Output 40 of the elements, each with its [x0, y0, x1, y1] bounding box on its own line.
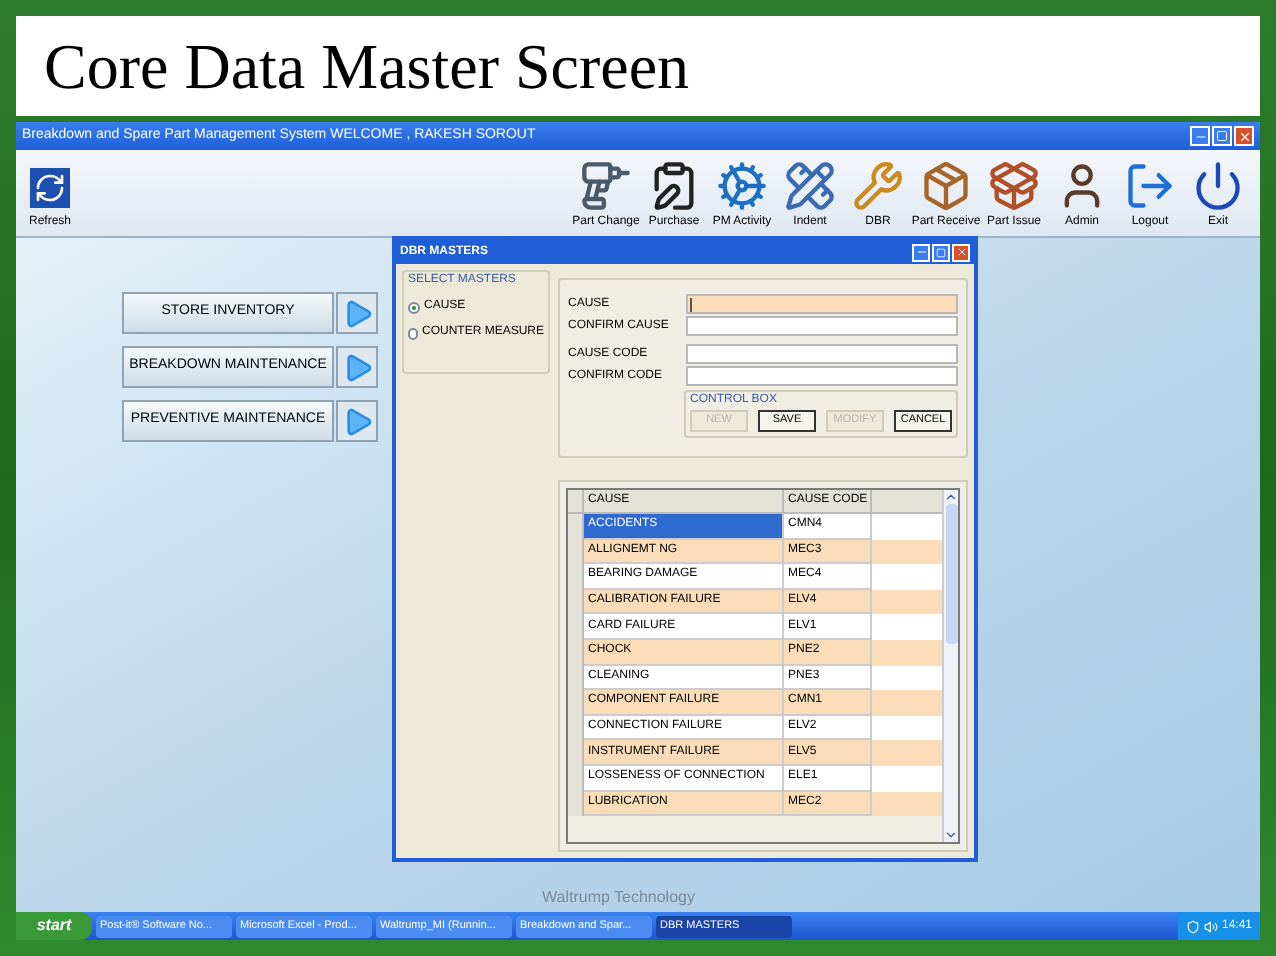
slide-title: Core Data Master Screen [44, 34, 690, 98]
minimize-icon [915, 246, 927, 258]
arrow-button[interactable] [336, 292, 378, 334]
input-field[interactable] [686, 366, 958, 386]
minimize-button[interactable] [1190, 126, 1210, 146]
refresh-icon [30, 168, 70, 208]
box-icon [920, 160, 972, 212]
gear-icon [716, 160, 768, 212]
scrollbar[interactable] [942, 490, 958, 842]
scroll-up-icon [944, 490, 958, 504]
arrow-button[interactable] [336, 346, 378, 388]
close-button[interactable] [1234, 126, 1254, 146]
logout-icon [1124, 160, 1176, 212]
arrow-button[interactable] [336, 400, 378, 442]
maximize-icon [936, 247, 946, 257]
radio-button[interactable] [408, 301, 420, 313]
maximize-button[interactable] [1212, 126, 1232, 146]
pencil-ruler-icon [784, 160, 836, 212]
maximize-button[interactable] [932, 243, 950, 261]
minimize-button[interactable] [912, 243, 930, 261]
scroll-down-icon [944, 828, 958, 842]
play-arrow-icon [341, 351, 373, 383]
shield-icon [1185, 919, 1200, 933]
close-icon [1237, 129, 1251, 143]
radio-button[interactable] [408, 327, 418, 339]
input-field[interactable] [686, 316, 958, 336]
input-field[interactable] [686, 344, 958, 364]
speaker-icon [1203, 919, 1218, 933]
open-box-icon [988, 160, 1040, 212]
close-icon [955, 246, 967, 258]
start-button[interactable]: start [16, 912, 92, 940]
input-field[interactable] [686, 294, 958, 314]
power-icon [1192, 160, 1244, 212]
caption-text: Waltrump Technology [542, 886, 695, 910]
play-arrow-icon [341, 297, 373, 329]
close-button[interactable] [952, 243, 970, 261]
wrench-icon [852, 160, 904, 212]
drill-icon [580, 160, 632, 212]
maximize-icon [1216, 130, 1228, 142]
play-arrow-icon [341, 405, 373, 437]
